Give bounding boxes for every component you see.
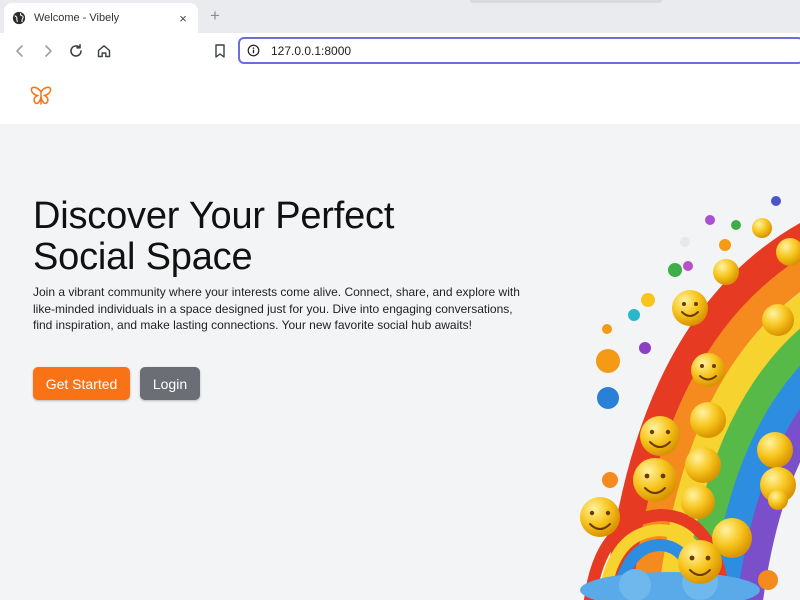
hero-title: Discover Your Perfect Social Space: [33, 195, 395, 278]
home-icon[interactable]: [94, 41, 114, 61]
globe-icon: [12, 11, 26, 25]
bookmark-icon[interactable]: [210, 41, 230, 61]
login-button[interactable]: Login: [140, 367, 200, 400]
window-grab-handle[interactable]: [470, 0, 662, 3]
reload-icon[interactable]: [66, 41, 86, 61]
back-icon[interactable]: [10, 41, 30, 61]
browser-tab-bar: Welcome - Vibely × +: [0, 0, 800, 33]
hero-description: Join a vibrant community where your inte…: [33, 285, 520, 333]
forward-icon[interactable]: [38, 41, 58, 61]
new-tab-button[interactable]: +: [207, 6, 223, 26]
tab-title: Welcome - Vibely: [34, 12, 120, 24]
close-icon[interactable]: ×: [176, 11, 190, 26]
browser-toolbar: [0, 33, 800, 68]
site-info-icon[interactable]: [247, 44, 260, 57]
address-bar[interactable]: [238, 37, 800, 64]
rainbow-emoji-illustration: [580, 196, 800, 600]
browser-tab[interactable]: Welcome - Vibely ×: [4, 3, 198, 33]
site-header: [0, 68, 800, 124]
butterfly-logo-icon[interactable]: [29, 84, 53, 108]
url-input[interactable]: [271, 43, 751, 58]
get-started-button[interactable]: Get Started: [33, 367, 130, 400]
